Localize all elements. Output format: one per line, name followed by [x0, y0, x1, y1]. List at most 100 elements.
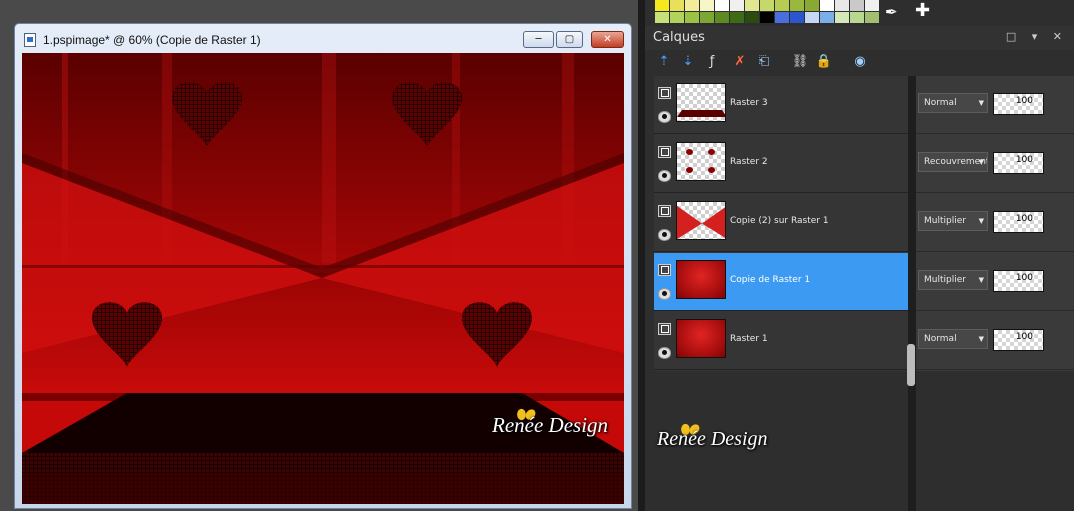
- chevron-down-icon: ▼: [978, 335, 984, 343]
- document-icon: [24, 33, 36, 47]
- opacity-field[interactable]: 100: [993, 329, 1044, 351]
- blend-mode-label: Multiplier: [924, 216, 966, 226]
- layer-group-toggle-icon[interactable]: [658, 205, 671, 217]
- color-swatch[interactable]: [835, 0, 849, 11]
- panel-splitter[interactable]: [638, 0, 645, 511]
- opacity-field[interactable]: 100: [993, 211, 1044, 233]
- layer-group-toggle-icon[interactable]: [658, 87, 671, 99]
- chevron-down-icon: ▼: [978, 217, 984, 225]
- close-button[interactable]: ✕: [591, 31, 624, 48]
- layer-properties-row: Normal ▼ 100: [916, 312, 1074, 370]
- color-swatch[interactable]: [805, 12, 819, 23]
- color-swatch[interactable]: [730, 0, 744, 11]
- color-swatch[interactable]: [820, 12, 834, 23]
- blend-mode-label: Normal: [924, 334, 957, 344]
- group-icon[interactable]: ◉: [851, 53, 869, 71]
- layer-row[interactable]: Raster 2: [654, 135, 908, 193]
- color-swatch[interactable]: [790, 0, 804, 11]
- layer-name: Raster 1: [730, 334, 768, 344]
- layers-panel-header: Calques □ ▾ ✕: [645, 26, 1074, 50]
- layers-scrollbar[interactable]: [908, 76, 916, 511]
- layers-panel-title: Calques: [653, 30, 705, 45]
- layer-list[interactable]: Raster 3 Raster 2 Copie (2) sur Raster 1 Co…: [654, 76, 908, 371]
- color-swatch[interactable]: [745, 0, 759, 11]
- blend-mode-select[interactable]: Normal ▼: [918, 329, 988, 349]
- blend-mode-select[interactable]: Recouvrement ▼: [918, 152, 988, 172]
- chevron-down-icon: ▼: [978, 158, 984, 166]
- layer-thumbnail: [676, 319, 726, 358]
- new-raster-layer-icon[interactable]: ⇡: [655, 53, 673, 71]
- eye-icon[interactable]: [658, 111, 671, 123]
- color-swatch[interactable]: [850, 0, 864, 11]
- image-window-titlebar[interactable]: 1.pspimage* @ 60% (Copie de Raster 1) ─ …: [15, 24, 631, 54]
- layer-properties-row: Multiplier ▼ 100: [916, 253, 1074, 311]
- eye-icon[interactable]: [658, 347, 671, 359]
- blend-mode-label: Multiplier: [924, 275, 966, 285]
- layers-toolbar: ⇡ ⇣ ƒ ✗ ⎗ ⛓ 🔒 ◉: [645, 50, 1074, 76]
- layer-row[interactable]: Raster 1: [654, 312, 908, 370]
- minimize-button[interactable]: ─: [523, 31, 554, 48]
- layer-row[interactable]: Copie de Raster 1: [654, 253, 908, 311]
- layer-properties-icon[interactable]: ⎗: [755, 53, 773, 71]
- add-icon[interactable]: ✚: [915, 0, 930, 21]
- color-swatch[interactable]: [820, 0, 834, 11]
- color-swatch[interactable]: [805, 0, 819, 11]
- color-swatch[interactable]: [700, 12, 714, 23]
- opacity-field[interactable]: 100: [993, 152, 1044, 174]
- color-swatch[interactable]: [835, 12, 849, 23]
- layer-thumbnail: [676, 201, 726, 240]
- opacity-field[interactable]: 100: [993, 270, 1044, 292]
- link-icon[interactable]: ⛓: [791, 53, 809, 71]
- layer-thumbnail: [676, 260, 726, 299]
- blend-mode-select[interactable]: Multiplier ▼: [918, 270, 988, 290]
- pipette-icon[interactable]: ✒: [885, 3, 898, 21]
- eye-icon[interactable]: [658, 288, 671, 300]
- color-swatch[interactable]: [775, 0, 789, 11]
- blend-mode-select[interactable]: Multiplier ▼: [918, 211, 988, 231]
- layer-properties-row: Multiplier ▼ 100: [916, 194, 1074, 252]
- delete-layer-icon[interactable]: ✗: [731, 53, 749, 71]
- color-swatch[interactable]: [670, 0, 684, 11]
- image-window[interactable]: 1.pspimage* @ 60% (Copie de Raster 1) ─ …: [14, 23, 632, 509]
- lock-icon[interactable]: 🔒: [815, 53, 833, 71]
- layer-name: Copie (2) sur Raster 1: [730, 216, 829, 226]
- layer-row[interactable]: Raster 3: [654, 76, 908, 134]
- layers-scrollbar-thumb[interactable]: [907, 344, 915, 386]
- color-swatch[interactable]: [655, 0, 669, 11]
- color-swatch[interactable]: [775, 12, 789, 23]
- layer-name: Copie de Raster 1: [730, 275, 811, 285]
- color-swatch[interactable]: [655, 12, 669, 23]
- eye-icon[interactable]: [658, 229, 671, 241]
- image-canvas[interactable]: Renée Design: [22, 53, 624, 504]
- color-swatch[interactable]: [715, 0, 729, 11]
- color-swatch[interactable]: [850, 12, 864, 23]
- color-swatch[interactable]: [700, 0, 714, 11]
- layer-row[interactable]: Copie (2) sur Raster 1: [654, 194, 908, 252]
- layer-group-toggle-icon[interactable]: [658, 323, 671, 335]
- color-swatch[interactable]: [685, 12, 699, 23]
- layer-properties-row: Normal ▼ 100: [916, 76, 1074, 134]
- layer-group-toggle-icon[interactable]: [658, 264, 671, 276]
- maximize-button[interactable]: ▢: [556, 31, 583, 48]
- chevron-down-icon: ▼: [978, 276, 984, 284]
- layer-fx-icon[interactable]: ƒ: [703, 53, 721, 71]
- new-vector-layer-icon[interactable]: ⇣: [679, 53, 697, 71]
- color-swatch[interactable]: [730, 12, 744, 23]
- color-swatch[interactable]: [760, 12, 774, 23]
- color-swatch[interactable]: [745, 12, 759, 23]
- right-panel: ✒ ✚ Calques □ ▾ ✕ ⇡ ⇣ ƒ ✗ ⎗ ⛓ 🔒 ◉ Raster 3 Raste…: [645, 0, 1074, 511]
- blend-mode-select[interactable]: Normal ▼: [918, 93, 988, 113]
- color-swatch[interactable]: [760, 0, 774, 11]
- color-swatch[interactable]: [670, 12, 684, 23]
- color-swatch[interactable]: [685, 0, 699, 11]
- panel-header-controls[interactable]: □ ▾ ✕: [1006, 30, 1068, 43]
- eye-icon[interactable]: [658, 170, 671, 182]
- color-swatch[interactable]: [865, 12, 879, 23]
- color-swatch[interactable]: [865, 0, 879, 11]
- color-swatch[interactable]: [715, 12, 729, 23]
- chevron-down-icon: ▼: [978, 99, 984, 107]
- opacity-field[interactable]: 100: [993, 93, 1044, 115]
- color-swatch[interactable]: [790, 12, 804, 23]
- color-swatches[interactable]: [655, 0, 879, 23]
- layer-group-toggle-icon[interactable]: [658, 146, 671, 158]
